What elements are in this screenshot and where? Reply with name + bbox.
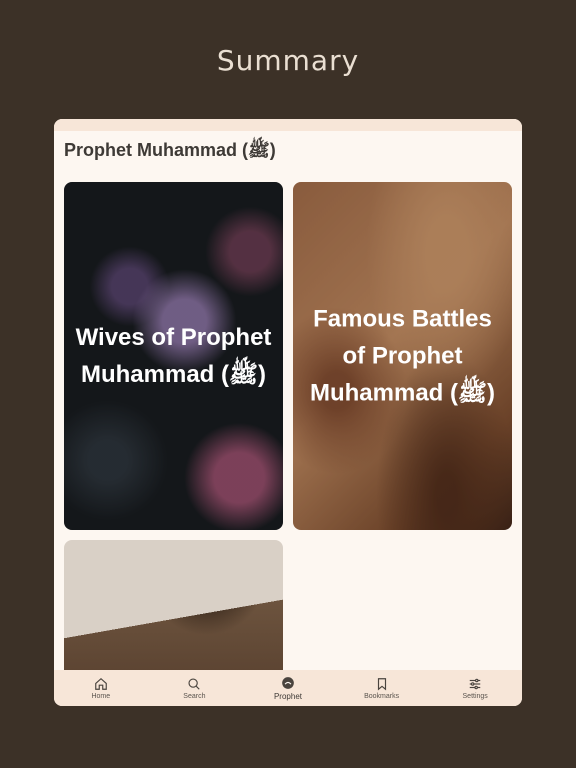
tab-settings[interactable]: Settings [428,670,522,706]
tab-home[interactable]: Home [54,670,148,706]
card-label: Wives of Prophet Muhammad (ﷺ) [75,324,272,388]
sliders-icon [469,678,481,689]
tab-label: Home [91,692,111,700]
page-title: Summary [216,44,360,77]
tab-label: Settings [462,692,488,700]
panel-top-strip [54,119,522,131]
tab-bookmarks[interactable]: Bookmarks [335,670,429,706]
card-label: Famous Battles of Prophet Muhammad (ﷺ) [309,305,495,407]
card-book[interactable] [64,540,283,680]
bookmark-icon [377,677,386,690]
tab-search[interactable]: Search [148,670,242,706]
bottom-tab-bar: Home Search Prophet Bookmarks Settings [54,670,522,706]
tab-prophet[interactable]: Prophet [241,670,335,706]
prophet-icon [282,676,294,689]
content-panel: Prophet Muhammad (ﷺ) Wives of Prophet Mu… [54,119,522,706]
tab-label: Bookmarks [364,692,400,700]
tab-label: Search [183,692,206,700]
card-wives-of-prophet[interactable]: Wives of Prophet Muhammad (ﷺ) [64,182,283,530]
section-title: Prophet Muhammad (ﷺ) [64,140,276,160]
card-famous-battles[interactable]: Famous Battles of Prophet Muhammad (ﷺ) [293,182,512,530]
search-icon [188,677,201,690]
home-icon [94,677,107,690]
tab-label: Prophet [273,691,302,701]
